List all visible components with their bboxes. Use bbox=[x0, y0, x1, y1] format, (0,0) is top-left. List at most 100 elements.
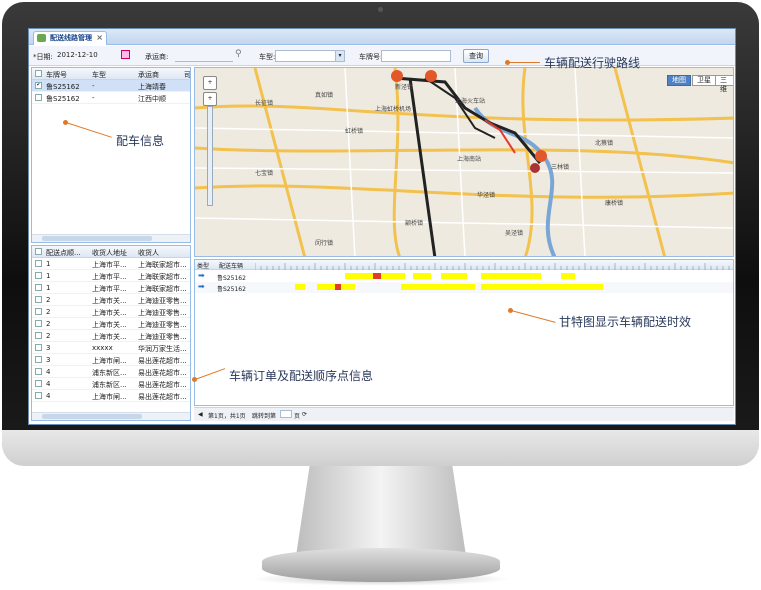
cell-address: 上海市平... bbox=[92, 273, 127, 281]
zoom-slider[interactable] bbox=[207, 106, 213, 206]
select-all-checkbox[interactable] bbox=[35, 248, 42, 255]
col-plate[interactable]: 车牌号 bbox=[46, 70, 67, 80]
gantt-bar[interactable] bbox=[401, 284, 475, 290]
gantt-stop[interactable] bbox=[373, 273, 381, 279]
date-input[interactable]: 2012-12-10 bbox=[55, 50, 119, 62]
horizontal-scrollbar[interactable] bbox=[32, 234, 190, 242]
map-label: 三林镇 bbox=[551, 164, 570, 171]
callout-line bbox=[508, 62, 540, 63]
cell-consignee: 上海迪亚零售... bbox=[138, 309, 187, 317]
row-checkbox[interactable] bbox=[35, 296, 42, 303]
gantt-plate: 鲁S25162 bbox=[217, 286, 246, 293]
gantt-bar[interactable] bbox=[481, 284, 603, 290]
table-row[interactable]: 4 上海市闸... 易出莲花超市... bbox=[32, 390, 190, 402]
table-row[interactable]: 2 上海市关... 上海迪亚零售... bbox=[32, 306, 190, 318]
row-checkbox[interactable] bbox=[35, 380, 42, 387]
row-checkbox[interactable] bbox=[35, 260, 42, 267]
col-address[interactable]: 收货人地址 bbox=[92, 248, 127, 258]
row-checkbox[interactable] bbox=[35, 356, 42, 363]
gantt-bar[interactable] bbox=[295, 284, 305, 290]
row-checkbox[interactable] bbox=[35, 308, 42, 315]
col-consignee[interactable]: 收货人 bbox=[138, 248, 159, 258]
map-label: 华泾镇 bbox=[477, 192, 496, 199]
query-button[interactable]: 查询 bbox=[463, 49, 489, 63]
carrier-input[interactable] bbox=[175, 50, 233, 62]
row-checkbox[interactable] bbox=[35, 368, 42, 375]
cell-address: 上海市关... bbox=[92, 297, 127, 305]
pagination: ◀ 第1页，共1页 跳转到第 页 ⟳ bbox=[194, 407, 734, 421]
search-icon[interactable]: ⚲ bbox=[235, 49, 242, 59]
cell-consignee: 上海联家超市... bbox=[138, 285, 187, 293]
row-checkbox[interactable] bbox=[35, 320, 42, 327]
table-row[interactable]: 4 浦东新区... 易出莲花超市... bbox=[32, 378, 190, 390]
type-select[interactable]: ▾ bbox=[275, 50, 345, 62]
zoom-control[interactable]: + + bbox=[203, 76, 217, 216]
map-label: 真如镇 bbox=[315, 92, 334, 99]
plate-input[interactable] bbox=[381, 50, 451, 62]
col-type[interactable]: 车型 bbox=[92, 70, 106, 80]
gantt-bar[interactable] bbox=[413, 273, 431, 279]
table-row[interactable]: 鲁S25162 - 江西中顺 bbox=[32, 92, 190, 104]
pan-icon[interactable]: + bbox=[203, 76, 217, 90]
cell-consignee: 易出莲花超市... bbox=[138, 393, 187, 401]
gantt-bar[interactable] bbox=[561, 273, 575, 279]
col-seq[interactable]: 配送点顺... bbox=[46, 248, 81, 258]
close-icon[interactable]: × bbox=[96, 32, 103, 44]
cell-consignee: 上海迪亚零售... bbox=[138, 321, 187, 329]
col-driver[interactable]: 司 bbox=[184, 70, 190, 80]
table-row[interactable]: 鲁S25162 - 上海靖春 bbox=[32, 80, 190, 92]
row-checkbox[interactable] bbox=[35, 284, 42, 291]
plate-label: 车牌号: bbox=[359, 53, 383, 61]
map-type-map[interactable]: 地图 bbox=[667, 75, 691, 86]
callout-gantt: 甘特图显示车辆配送时效 bbox=[559, 315, 692, 329]
gantt-stop[interactable] bbox=[335, 284, 341, 290]
row-checkbox[interactable] bbox=[35, 392, 42, 399]
col-carrier[interactable]: 承运商 bbox=[138, 70, 159, 80]
row-checkbox[interactable] bbox=[35, 272, 42, 279]
table-row[interactable]: 3 xxxxx 华润万家生活... bbox=[32, 342, 190, 354]
row-checkbox[interactable] bbox=[35, 332, 42, 339]
page-unit-label: 页 bbox=[294, 413, 301, 420]
table-row[interactable]: 2 上海市关... 上海迪亚零售... bbox=[32, 294, 190, 306]
cell-address: 上海市关... bbox=[92, 309, 127, 317]
row-checkbox[interactable] bbox=[35, 82, 42, 89]
gantt-bar[interactable] bbox=[441, 273, 467, 279]
monitor-base bbox=[262, 548, 500, 582]
table-row[interactable]: 1 上海市平... 上海联家超市... bbox=[32, 270, 190, 282]
gantt-row[interactable]: ➡ 鲁S25162 bbox=[195, 282, 733, 293]
tab-label: 配送线路管理 bbox=[50, 34, 92, 42]
map-label: 虹桥镇 bbox=[345, 128, 364, 135]
page-jump-label: 跳转到第 bbox=[252, 413, 277, 420]
map-label: 康桥镇 bbox=[605, 200, 624, 207]
horizontal-scrollbar[interactable] bbox=[32, 412, 190, 420]
table-row[interactable]: 1 上海市平... 上海联家超市... bbox=[32, 258, 190, 270]
map-type-satellite[interactable]: 卫星 bbox=[692, 75, 716, 86]
refresh-icon[interactable]: ⟳ bbox=[302, 411, 307, 418]
gantt-bar[interactable] bbox=[481, 273, 541, 279]
zoom-in-icon[interactable]: + bbox=[203, 92, 217, 106]
page-prev-icon[interactable]: ◀ bbox=[198, 411, 203, 418]
tab-route-management[interactable]: 配送线路管理 × bbox=[33, 31, 107, 45]
table-row[interactable]: 1 上海市平... 上海联家超市... bbox=[32, 282, 190, 294]
route-map[interactable]: 真如镇 新泾镇 长征镇 虹桥镇 上海虹桥机场 上海南站 华泾镇 颛桥镇 三林镇 … bbox=[194, 67, 734, 257]
truck-icon: ➡ bbox=[198, 271, 205, 280]
calendar-icon[interactable] bbox=[121, 50, 130, 59]
map-label: 上海火车站 bbox=[455, 98, 486, 105]
table-row[interactable]: 2 上海市关... 上海迪亚零售... bbox=[32, 318, 190, 330]
order-grid: 配送点顺... 收货人地址 收货人 1 上海市平... 上海联家超市... 1 上海市平… bbox=[31, 245, 191, 421]
cell-address: 上海市平... bbox=[92, 261, 127, 269]
table-row[interactable]: 2 上海市关... 上海迪亚零售... bbox=[32, 330, 190, 342]
cell-consignee: 上海联家超市... bbox=[138, 261, 187, 269]
page-jump-input[interactable] bbox=[280, 410, 292, 418]
row-checkbox[interactable] bbox=[35, 94, 42, 101]
select-all-checkbox[interactable] bbox=[35, 70, 42, 77]
route-icon bbox=[37, 34, 46, 42]
gantt-header: 类型 配送车辆 bbox=[195, 260, 733, 270]
table-row[interactable]: 4 浦东新区... 易出莲花超市... bbox=[32, 366, 190, 378]
page-info: 第1页，共1页 bbox=[208, 413, 246, 420]
map-type-3d[interactable]: 三维 bbox=[715, 75, 733, 93]
gantt-row[interactable]: ➡ 鲁S25162 bbox=[195, 271, 733, 282]
row-checkbox[interactable] bbox=[35, 344, 42, 351]
cell-consignee: 易出莲花超市... bbox=[138, 369, 187, 377]
table-row[interactable]: 3 上海市闸... 易出莲花超市... bbox=[32, 354, 190, 366]
